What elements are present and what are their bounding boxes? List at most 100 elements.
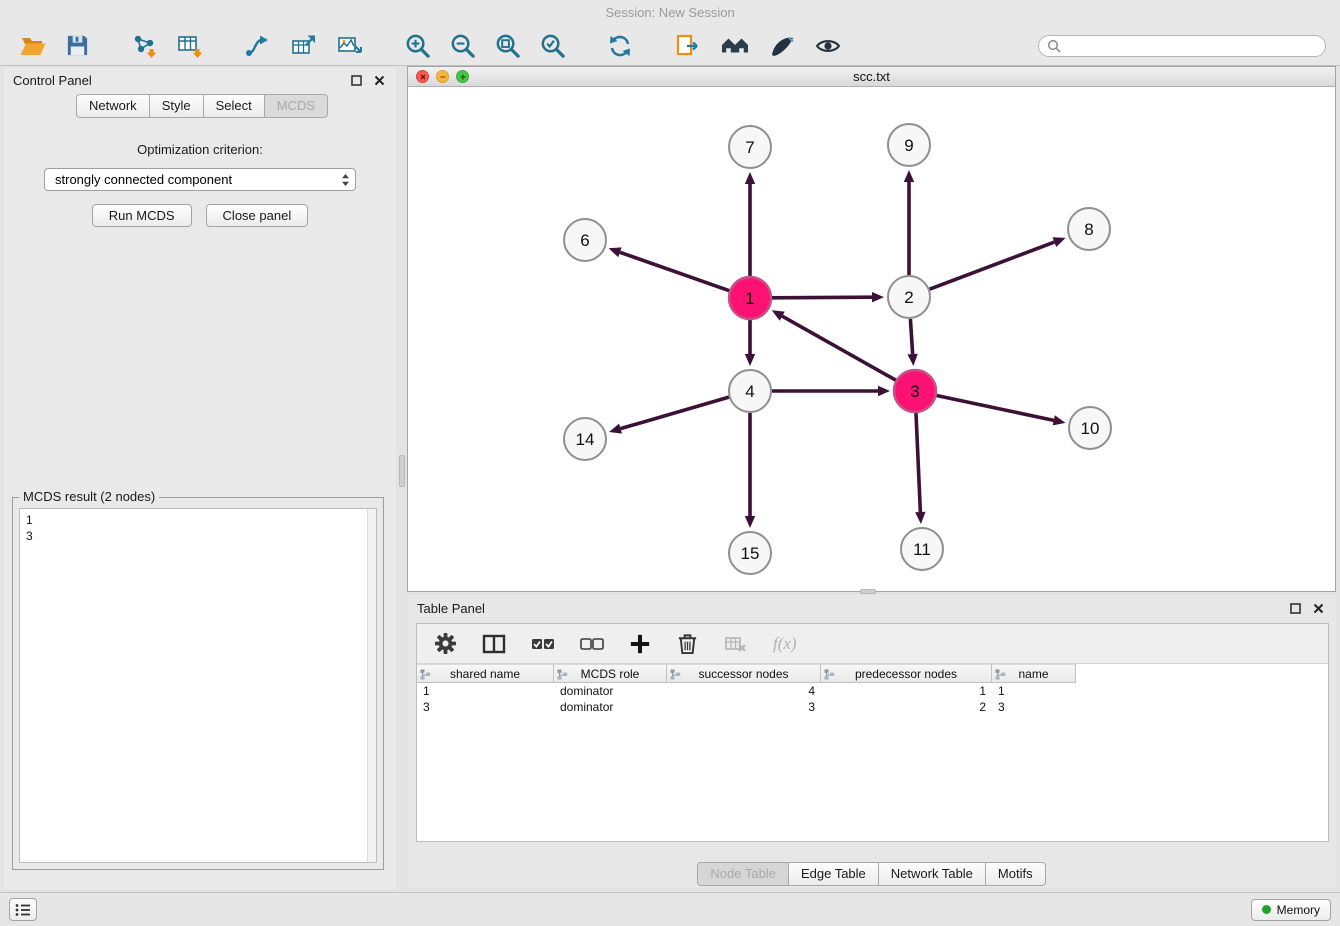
attribute-icon xyxy=(670,669,681,680)
network-node[interactable]: 6 xyxy=(564,219,606,261)
vertical-splitter-handle[interactable] xyxy=(399,455,405,487)
float-panel-button[interactable] xyxy=(348,72,364,88)
cell-shared-name[interactable]: 1 xyxy=(417,684,554,698)
apply-style-button[interactable] xyxy=(766,29,798,63)
tab-motifs[interactable]: Motifs xyxy=(985,862,1046,886)
zoom-in-button[interactable] xyxy=(402,29,433,63)
network-edge[interactable] xyxy=(904,170,914,275)
list-icon xyxy=(15,903,31,917)
table-row[interactable]: 3 dominator 3 2 3 xyxy=(417,699,1328,715)
delete-column-button[interactable] xyxy=(676,632,699,655)
tab-network[interactable]: Network xyxy=(76,94,149,118)
apply-layout-button[interactable] xyxy=(604,29,636,63)
tab-network-table[interactable]: Network Table xyxy=(878,862,985,886)
cell-mcds-role[interactable]: dominator xyxy=(554,684,667,698)
network-node[interactable]: 11 xyxy=(901,528,943,570)
memory-button[interactable]: Memory xyxy=(1251,899,1331,921)
function-builder-button[interactable]: f(x) xyxy=(773,634,797,654)
column-header-mcds-role[interactable]: MCDS role xyxy=(554,664,667,683)
import-table-button[interactable] xyxy=(174,29,206,63)
network-edge[interactable] xyxy=(609,397,729,434)
cell-successor-nodes[interactable]: 4 xyxy=(667,684,821,698)
network-node[interactable]: 1 xyxy=(729,277,771,319)
deselect-all-button[interactable] xyxy=(580,632,604,656)
zoom-out-button[interactable] xyxy=(447,29,478,63)
network-edge[interactable] xyxy=(772,386,890,396)
cell-predecessor-nodes[interactable]: 1 xyxy=(821,684,992,698)
delete-table-button[interactable] xyxy=(724,632,748,656)
column-settings-button[interactable] xyxy=(434,632,457,655)
float-table-panel-button[interactable] xyxy=(1287,600,1303,616)
network-node[interactable]: 15 xyxy=(729,532,771,574)
network-edge[interactable] xyxy=(745,413,755,528)
home-network-button[interactable] xyxy=(718,29,752,63)
criterion-dropdown[interactable]: strongly connected component xyxy=(44,168,356,191)
network-edge[interactable] xyxy=(907,319,917,366)
network-node[interactable]: 7 xyxy=(729,126,771,168)
first-neighbors-button[interactable] xyxy=(672,29,704,63)
network-window-titlebar[interactable]: scc.txt xyxy=(408,67,1335,87)
cell-predecessor-nodes[interactable]: 2 xyxy=(821,700,992,714)
window-title: Session: New Session xyxy=(605,5,734,20)
network-edge[interactable] xyxy=(915,413,925,524)
export-table-button[interactable] xyxy=(288,29,320,63)
horizontal-splitter-handle[interactable] xyxy=(860,589,876,594)
network-node[interactable]: 14 xyxy=(564,418,606,460)
tab-mcds[interactable]: MCDS xyxy=(264,94,328,118)
cell-successor-nodes[interactable]: 3 xyxy=(667,700,821,714)
run-mcds-button[interactable]: Run MCDS xyxy=(92,204,192,227)
minimize-window-icon[interactable] xyxy=(436,70,449,83)
cell-mcds-role[interactable]: dominator xyxy=(554,700,667,714)
network-edge[interactable] xyxy=(772,292,884,302)
tab-select[interactable]: Select xyxy=(203,94,264,118)
task-history-button[interactable] xyxy=(9,898,37,921)
network-canvas[interactable]: 7 9 6 8 1 2 4 3 14 10 15 11 xyxy=(408,87,1335,591)
save-session-button[interactable] xyxy=(63,29,92,63)
network-edge[interactable] xyxy=(745,172,755,276)
network-node[interactable]: 2 xyxy=(888,276,930,318)
cell-name[interactable]: 3 xyxy=(992,700,1076,714)
close-panel-action-button[interactable]: Close panel xyxy=(206,204,309,227)
search-box[interactable] xyxy=(1038,35,1326,57)
mcds-result-list[interactable]: 1 3 xyxy=(19,508,377,863)
tab-node-table[interactable]: Node Table xyxy=(697,862,788,886)
mcds-result-line: 1 xyxy=(26,512,362,528)
table-row[interactable]: 1 dominator 4 1 1 xyxy=(417,683,1328,699)
close-table-panel-button[interactable] xyxy=(1310,600,1326,616)
import-network-button[interactable] xyxy=(128,29,160,63)
cell-name[interactable]: 1 xyxy=(992,684,1076,698)
column-header-name[interactable]: name xyxy=(992,664,1076,683)
export-network-button[interactable] xyxy=(242,29,274,63)
network-edge[interactable] xyxy=(930,237,1066,289)
network-node[interactable]: 10 xyxy=(1069,407,1111,449)
select-all-button[interactable] xyxy=(531,632,555,656)
column-header-successor-nodes[interactable]: successor nodes xyxy=(667,664,821,683)
zoom-out-icon xyxy=(449,32,476,59)
delete-table-icon xyxy=(724,632,748,656)
open-session-button[interactable] xyxy=(17,29,49,63)
close-panel-button[interactable] xyxy=(371,72,387,88)
column-header-shared-name[interactable]: shared name xyxy=(417,664,554,683)
column-header-predecessor-nodes[interactable]: predecessor nodes xyxy=(821,664,992,683)
add-column-button[interactable] xyxy=(629,633,651,655)
search-input[interactable] xyxy=(1066,38,1317,54)
network-edge[interactable] xyxy=(772,310,896,380)
network-edge[interactable] xyxy=(745,320,755,366)
tab-style[interactable]: Style xyxy=(149,94,203,118)
network-node[interactable]: 9 xyxy=(888,124,930,166)
network-node[interactable]: 3 xyxy=(894,370,936,412)
split-panel-button[interactable] xyxy=(482,632,506,656)
zoom-fit-button[interactable] xyxy=(492,29,523,63)
network-node[interactable]: 8 xyxy=(1068,208,1110,250)
scrollbar[interactable] xyxy=(367,509,376,862)
export-image-button[interactable] xyxy=(334,29,366,63)
tab-edge-table[interactable]: Edge Table xyxy=(788,862,878,886)
close-window-icon[interactable] xyxy=(416,70,429,83)
network-edge[interactable] xyxy=(937,396,1066,426)
cell-shared-name[interactable]: 3 xyxy=(417,700,554,714)
show-hide-button[interactable] xyxy=(812,29,844,63)
network-node[interactable]: 4 xyxy=(729,370,771,412)
maximize-window-icon[interactable] xyxy=(456,70,469,83)
zoom-selected-button[interactable] xyxy=(537,29,568,63)
network-edge[interactable] xyxy=(609,247,730,290)
